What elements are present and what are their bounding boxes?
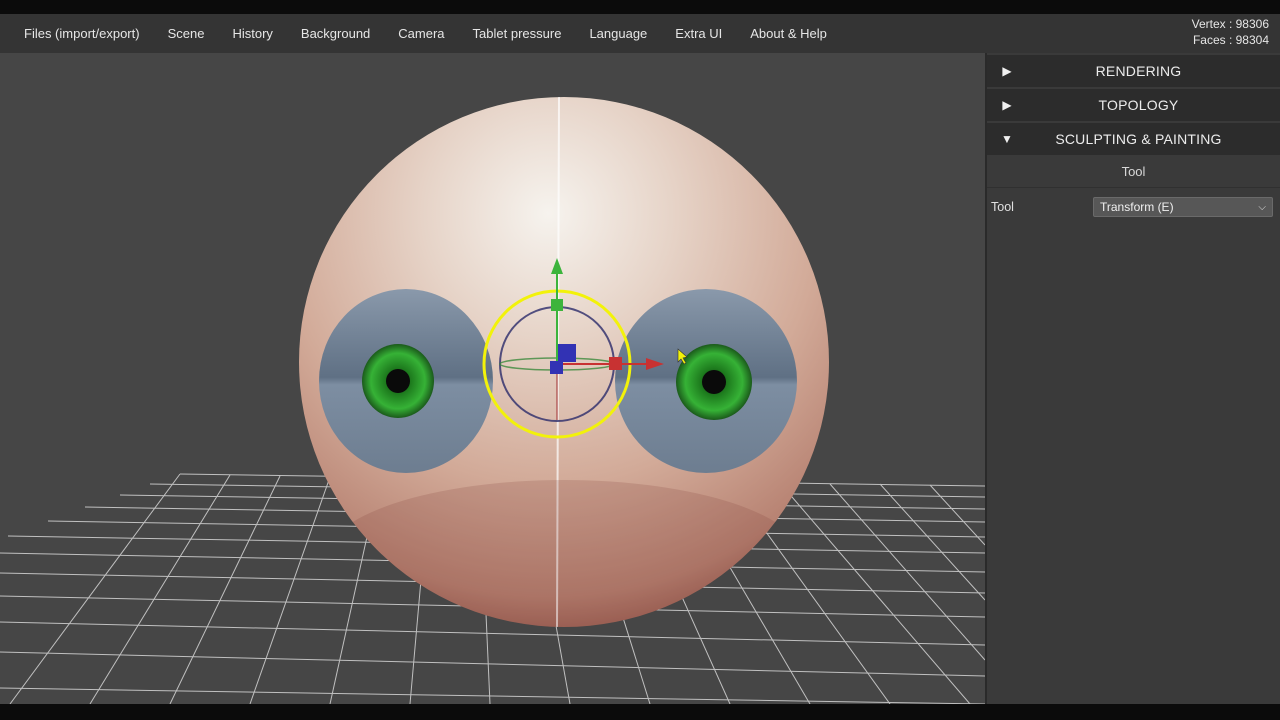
section-rendering-label: RENDERING — [1095, 63, 1182, 79]
3d-viewport[interactable] — [0, 53, 985, 704]
menu-history[interactable]: History — [218, 14, 286, 53]
letterbox-top — [0, 0, 1280, 14]
right-eye[interactable] — [615, 289, 797, 473]
menu-about-help[interactable]: About & Help — [736, 14, 841, 53]
menu-tablet-pressure[interactable]: Tablet pressure — [459, 14, 576, 53]
viewport-canvas[interactable] — [0, 53, 985, 704]
section-sculpting-label: SCULPTING & PAINTING — [1055, 131, 1222, 147]
section-topology-label: TOPOLOGY — [1098, 97, 1179, 113]
tool-select-value: Transform (E) — [1100, 200, 1174, 214]
menu-files[interactable]: Files (import/export) — [0, 14, 154, 53]
menu-background[interactable]: Background — [287, 14, 384, 53]
mesh-stats: Vertex : 98306 Faces : 98304 — [1192, 16, 1269, 48]
center-handle[interactable] — [550, 361, 563, 374]
collapse-arrow-icon: ▼ — [1001, 132, 1013, 146]
expand-arrow-icon: ▶ — [1002, 98, 1012, 112]
menu-camera[interactable]: Camera — [384, 14, 458, 53]
menu-scene[interactable]: Scene — [154, 14, 219, 53]
left-eye[interactable] — [319, 289, 493, 473]
side-panel: ▶ RENDERING ▶ TOPOLOGY ▼ SCULPTING & PAI… — [985, 53, 1280, 704]
tool-subheader: Tool — [987, 157, 1280, 188]
letterbox-bottom — [0, 704, 1280, 720]
section-sculpting-painting[interactable]: ▼ SCULPTING & PAINTING — [987, 123, 1280, 155]
axis-x-handle[interactable] — [609, 357, 622, 370]
chevron-down-icon: ⌵ — [1258, 201, 1266, 213]
section-rendering[interactable]: ▶ RENDERING — [987, 55, 1280, 87]
expand-arrow-icon: ▶ — [1002, 64, 1012, 78]
tool-label: Tool — [991, 200, 1014, 214]
menu-language[interactable]: Language — [575, 14, 661, 53]
tool-select[interactable]: Transform (E) ⌵ — [1093, 197, 1273, 217]
vertex-count: Vertex : 98306 — [1191, 17, 1269, 31]
tool-row: Tool Transform (E) ⌵ — [987, 188, 1280, 226]
axis-y-handle[interactable] — [551, 299, 563, 311]
axis-z-handle[interactable] — [558, 344, 576, 362]
menu-bar: Files (import/export) Scene History Back… — [0, 14, 1280, 53]
faces-count: Faces : 98304 — [1192, 33, 1269, 47]
menu-extra-ui[interactable]: Extra UI — [661, 14, 736, 53]
section-topology[interactable]: ▶ TOPOLOGY — [987, 89, 1280, 121]
